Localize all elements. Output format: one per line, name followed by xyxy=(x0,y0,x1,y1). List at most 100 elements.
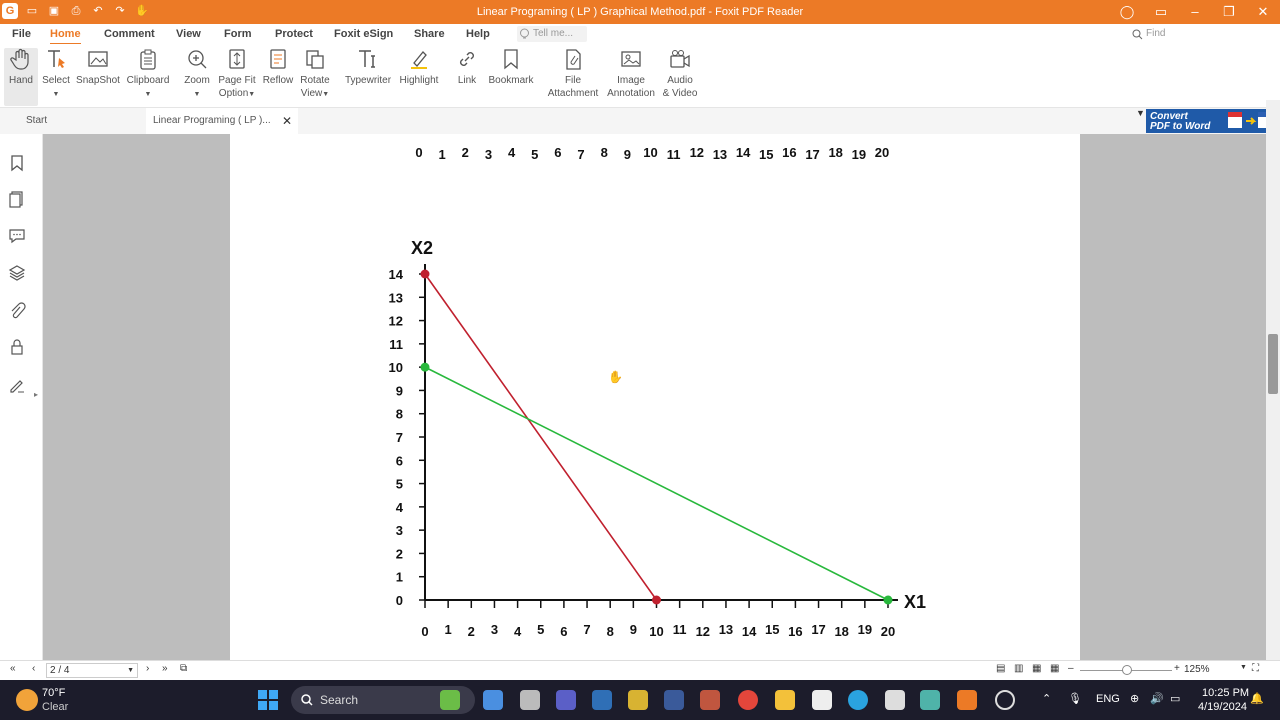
minimize-button[interactable]: – xyxy=(1178,0,1212,24)
typewriter-button[interactable]: Typewriter xyxy=(342,48,394,87)
zoom-level[interactable]: 125% xyxy=(1184,664,1210,675)
file-attachment-button[interactable]: File Attachment xyxy=(546,48,600,100)
previous-page-icon[interactable]: ‹ xyxy=(32,663,35,674)
menu-foxit-esign[interactable]: Foxit eSign xyxy=(334,28,393,40)
prev-x-tick-label: 3 xyxy=(485,147,492,162)
link-button[interactable]: Link xyxy=(454,48,480,87)
select-tool-button[interactable]: Select ▼ xyxy=(40,48,72,101)
clock-time[interactable]: 10:25 PM xyxy=(1202,687,1249,699)
app-icon-3[interactable] xyxy=(664,690,684,710)
tab-document[interactable]: Linear Programing ( LP )... ✕ xyxy=(146,108,298,134)
first-page-icon[interactable]: « xyxy=(10,663,16,674)
clipboard-dropdown-icon[interactable]: ▼ xyxy=(145,91,152,98)
zoom-out-icon[interactable]: – xyxy=(1068,663,1074,674)
menu-protect[interactable]: Protect xyxy=(275,28,313,40)
network-icon[interactable]: ⊕ xyxy=(1130,692,1139,705)
continuous-page-icon[interactable]: ▥ xyxy=(1014,663,1023,674)
hand-icon xyxy=(10,48,29,70)
security-panel-icon[interactable] xyxy=(8,338,26,356)
app-icon-4[interactable] xyxy=(700,690,720,710)
select-dropdown-icon[interactable]: ▼ xyxy=(53,91,60,98)
page-fit-option-button[interactable]: Page Fit Option▼ xyxy=(216,48,258,101)
continuous-facing-icon[interactable]: ▦ xyxy=(1050,663,1059,674)
rotate-dropdown-icon[interactable]: ▼ xyxy=(322,91,329,98)
bookmarks-panel-icon[interactable] xyxy=(8,154,26,172)
app-icon-1[interactable] xyxy=(592,690,612,710)
audio-video-button[interactable]: Audio & Video xyxy=(660,48,700,100)
copilot-app-icon[interactable] xyxy=(483,690,503,710)
next-page-icon[interactable]: › xyxy=(146,663,149,674)
zoom-button[interactable]: Zoom ▼ xyxy=(182,48,212,101)
app-icon-6[interactable] xyxy=(920,690,940,710)
zoom-in-icon[interactable]: + xyxy=(1174,663,1180,674)
file-explorer-icon[interactable] xyxy=(775,690,795,710)
signature-panel-icon[interactable] xyxy=(8,376,26,394)
microphone-icon[interactable]: 🎙 xyxy=(1068,692,1082,705)
volume-icon[interactable]: 🔊 xyxy=(1150,692,1164,705)
menu-share[interactable]: Share xyxy=(414,28,445,40)
layers-panel-icon[interactable] xyxy=(8,264,26,282)
page-number-input[interactable]: 2 / 4 ▼ xyxy=(46,663,138,678)
tab-list-dropdown-icon[interactable]: ▼ xyxy=(1136,108,1145,118)
menu-view[interactable]: View xyxy=(176,28,201,40)
menu-file[interactable]: File xyxy=(12,28,31,40)
last-page-icon[interactable]: » xyxy=(162,663,168,674)
find-input[interactable]: Find xyxy=(1128,26,1244,42)
attachments-panel-icon[interactable] xyxy=(8,302,26,320)
menu-home[interactable]: Home xyxy=(50,28,81,45)
image-annotation-button[interactable]: Image Annotation xyxy=(605,48,657,100)
app-icon-7[interactable] xyxy=(995,690,1015,710)
bookmark-icon xyxy=(504,49,518,70)
rotate-view-button[interactable]: Rotate View▼ xyxy=(298,48,332,101)
menu-comment[interactable]: Comment xyxy=(104,28,155,40)
battery-icon[interactable]: ▭ xyxy=(1170,692,1180,705)
close-tab-icon[interactable]: ✕ xyxy=(282,108,292,134)
snapshot-button[interactable]: SnapShot xyxy=(76,48,120,87)
highlight-button[interactable]: Highlight xyxy=(398,48,440,87)
show-hidden-icons[interactable]: ⌃ xyxy=(1042,692,1051,705)
hand-tool-button[interactable]: Hand xyxy=(4,48,38,106)
app-icon-5[interactable] xyxy=(885,690,905,710)
weather-condition: Clear xyxy=(42,701,69,713)
ribbon-toggle-icon[interactable]: ▭ xyxy=(1144,0,1178,24)
single-page-icon[interactable]: ▤ xyxy=(996,663,1005,674)
account-icon[interactable]: ◯ xyxy=(1110,0,1144,24)
clipboard-button[interactable]: Clipboard ▼ xyxy=(124,48,172,101)
messaging-app-icon[interactable] xyxy=(812,690,832,710)
foxit-taskbar-icon[interactable] xyxy=(957,690,977,710)
page-dropdown-icon[interactable]: ▼ xyxy=(127,664,134,677)
reflow-icon xyxy=(270,49,286,69)
task-view-icon[interactable] xyxy=(520,690,540,710)
weather-icon[interactable] xyxy=(16,689,38,711)
page-fit-dropdown-icon[interactable]: ▼ xyxy=(248,91,255,98)
language-indicator[interactable]: ENG xyxy=(1096,693,1120,705)
app-icon-2[interactable] xyxy=(628,690,648,710)
notification-icon[interactable]: 🔔 xyxy=(1250,692,1264,705)
expand-panel-icon[interactable]: ▸ xyxy=(34,390,38,399)
zoom-dropdown-icon[interactable]: ▼ xyxy=(1240,664,1247,671)
menu-help[interactable]: Help xyxy=(466,28,490,40)
tab-start-label: Start xyxy=(26,115,48,126)
maximize-button[interactable]: ❐ xyxy=(1212,0,1246,24)
comments-panel-icon[interactable] xyxy=(8,226,26,244)
close-button[interactable]: ✕ xyxy=(1246,0,1280,24)
convert-pdf-to-word-banner[interactable]: Convert PDF to Word xyxy=(1146,109,1280,133)
pages-panel-icon[interactable] xyxy=(8,190,26,208)
tab-start[interactable]: Start xyxy=(16,108,136,134)
previous-view-icon[interactable]: ⧉ xyxy=(180,663,187,674)
tell-me-input[interactable]: Tell me... xyxy=(517,26,587,42)
fullscreen-icon[interactable]: ⛶ xyxy=(1252,663,1259,674)
menu-form[interactable]: Form xyxy=(224,28,252,40)
chrome-app-icon[interactable] xyxy=(738,690,758,710)
start-windows-icon[interactable] xyxy=(258,690,278,710)
zoom-dropdown-icon[interactable]: ▼ xyxy=(194,91,201,98)
vertical-scrollbar-thumb[interactable] xyxy=(1268,334,1278,394)
bookmark-button[interactable]: Bookmark xyxy=(488,48,534,87)
widgets-app-icon[interactable] xyxy=(440,690,460,710)
facing-page-icon[interactable]: ▦ xyxy=(1032,663,1041,674)
teams-app-icon[interactable] xyxy=(556,690,576,710)
clock-date[interactable]: 4/19/2024 xyxy=(1198,701,1247,713)
zoom-slider-thumb[interactable] xyxy=(1122,665,1132,675)
telegram-app-icon[interactable] xyxy=(848,690,868,710)
reflow-button[interactable]: Reflow xyxy=(261,48,295,87)
